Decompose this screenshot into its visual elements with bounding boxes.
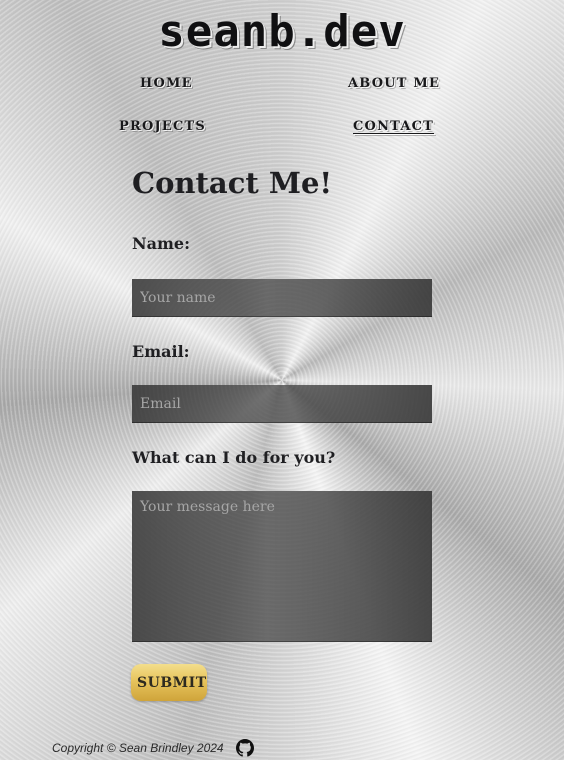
- nav-link-contact[interactable]: CONTACT: [353, 119, 434, 134]
- name-input[interactable]: [132, 279, 432, 317]
- submit-button[interactable]: SUBMIT: [131, 664, 207, 701]
- copyright-text: Copyright © Sean Brindley 2024: [52, 741, 224, 755]
- message-textarea[interactable]: [132, 491, 432, 642]
- nav-link-projects[interactable]: PROJECTS: [119, 119, 206, 134]
- site-title[interactable]: seanb.dev: [0, 6, 564, 57]
- nav-link-home[interactable]: HOME: [140, 76, 193, 91]
- email-label: Email:: [132, 342, 190, 361]
- github-link[interactable]: [235, 739, 254, 757]
- email-input[interactable]: [132, 385, 432, 423]
- nav-link-about-me[interactable]: ABOUT ME: [348, 76, 440, 91]
- message-label: What can I do for you?: [132, 448, 336, 467]
- main-nav: HOME ABOUT ME PROJECTS CONTACT: [0, 72, 564, 142]
- github-icon: [235, 739, 254, 757]
- footer: Copyright © Sean Brindley 2024: [52, 737, 254, 759]
- name-label: Name:: [132, 234, 191, 253]
- page-title: Contact Me!: [132, 166, 333, 200]
